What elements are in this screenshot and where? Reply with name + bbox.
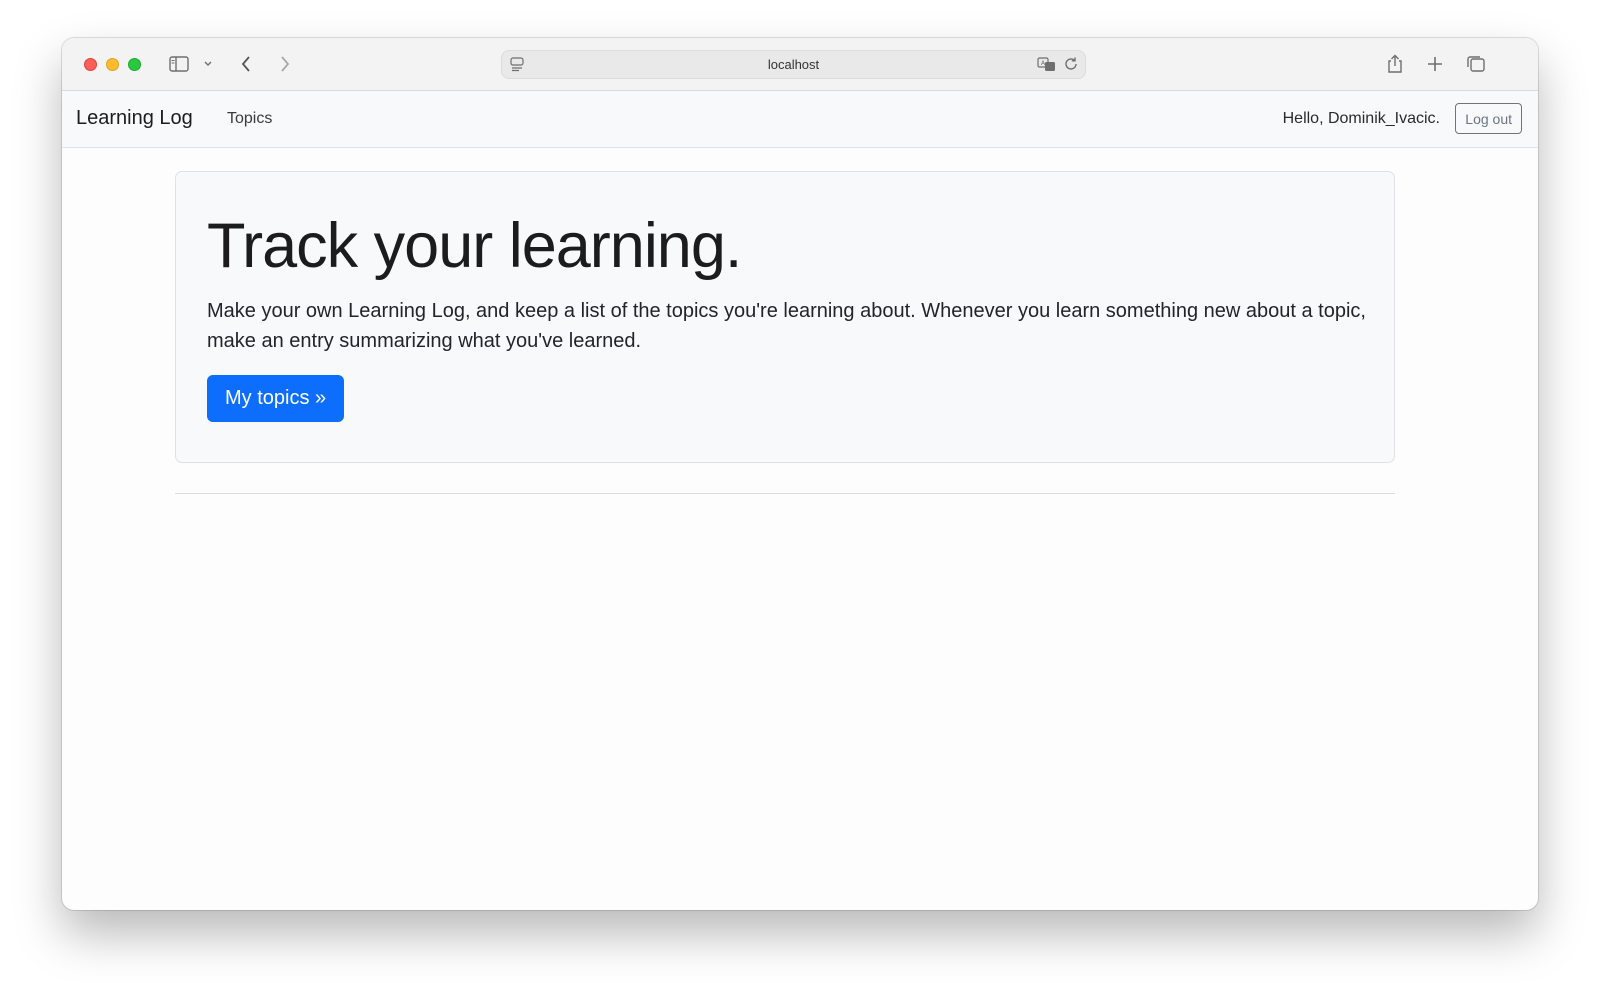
minimize-window-button[interactable] (106, 58, 119, 71)
chevron-down-icon[interactable] (202, 53, 214, 75)
address-bar[interactable]: localhost A (501, 50, 1086, 79)
logout-button[interactable]: Log out (1455, 103, 1522, 134)
brand-link[interactable]: Learning Log (76, 107, 193, 130)
tab-overview-icon[interactable] (1464, 53, 1488, 75)
hero-panel: Track your learning. Make your own Learn… (175, 171, 1395, 463)
my-topics-button[interactable]: My topics » (207, 375, 345, 422)
new-tab-icon[interactable] (1424, 53, 1446, 75)
hero-title: Track your learning. (207, 211, 742, 281)
forward-icon[interactable] (275, 53, 295, 75)
reload-icon[interactable] (1063, 56, 1079, 77)
url-text: localhost (767, 57, 820, 72)
user-greeting: Hello, Dominik_Ivacic. (1282, 110, 1440, 127)
content-divider (175, 493, 1395, 494)
sidebar-icon[interactable] (168, 53, 190, 75)
nav-link-topics[interactable]: Topics (227, 110, 272, 128)
browser-toolbar: localhost A (62, 38, 1538, 91)
close-window-button[interactable] (84, 58, 97, 71)
translate-icon[interactable]: A (1037, 56, 1057, 77)
site-navbar: Learning Log Topics Hello, Dominik_Ivaci… (62, 91, 1538, 148)
hero-description: Make your own Learning Log, and keep a l… (207, 300, 1366, 352)
back-icon[interactable] (236, 53, 256, 75)
zoom-window-button[interactable] (128, 58, 141, 71)
browser-window: localhost A Learning Log Topics Hello, D… (62, 38, 1538, 910)
share-icon[interactable] (1384, 53, 1406, 75)
